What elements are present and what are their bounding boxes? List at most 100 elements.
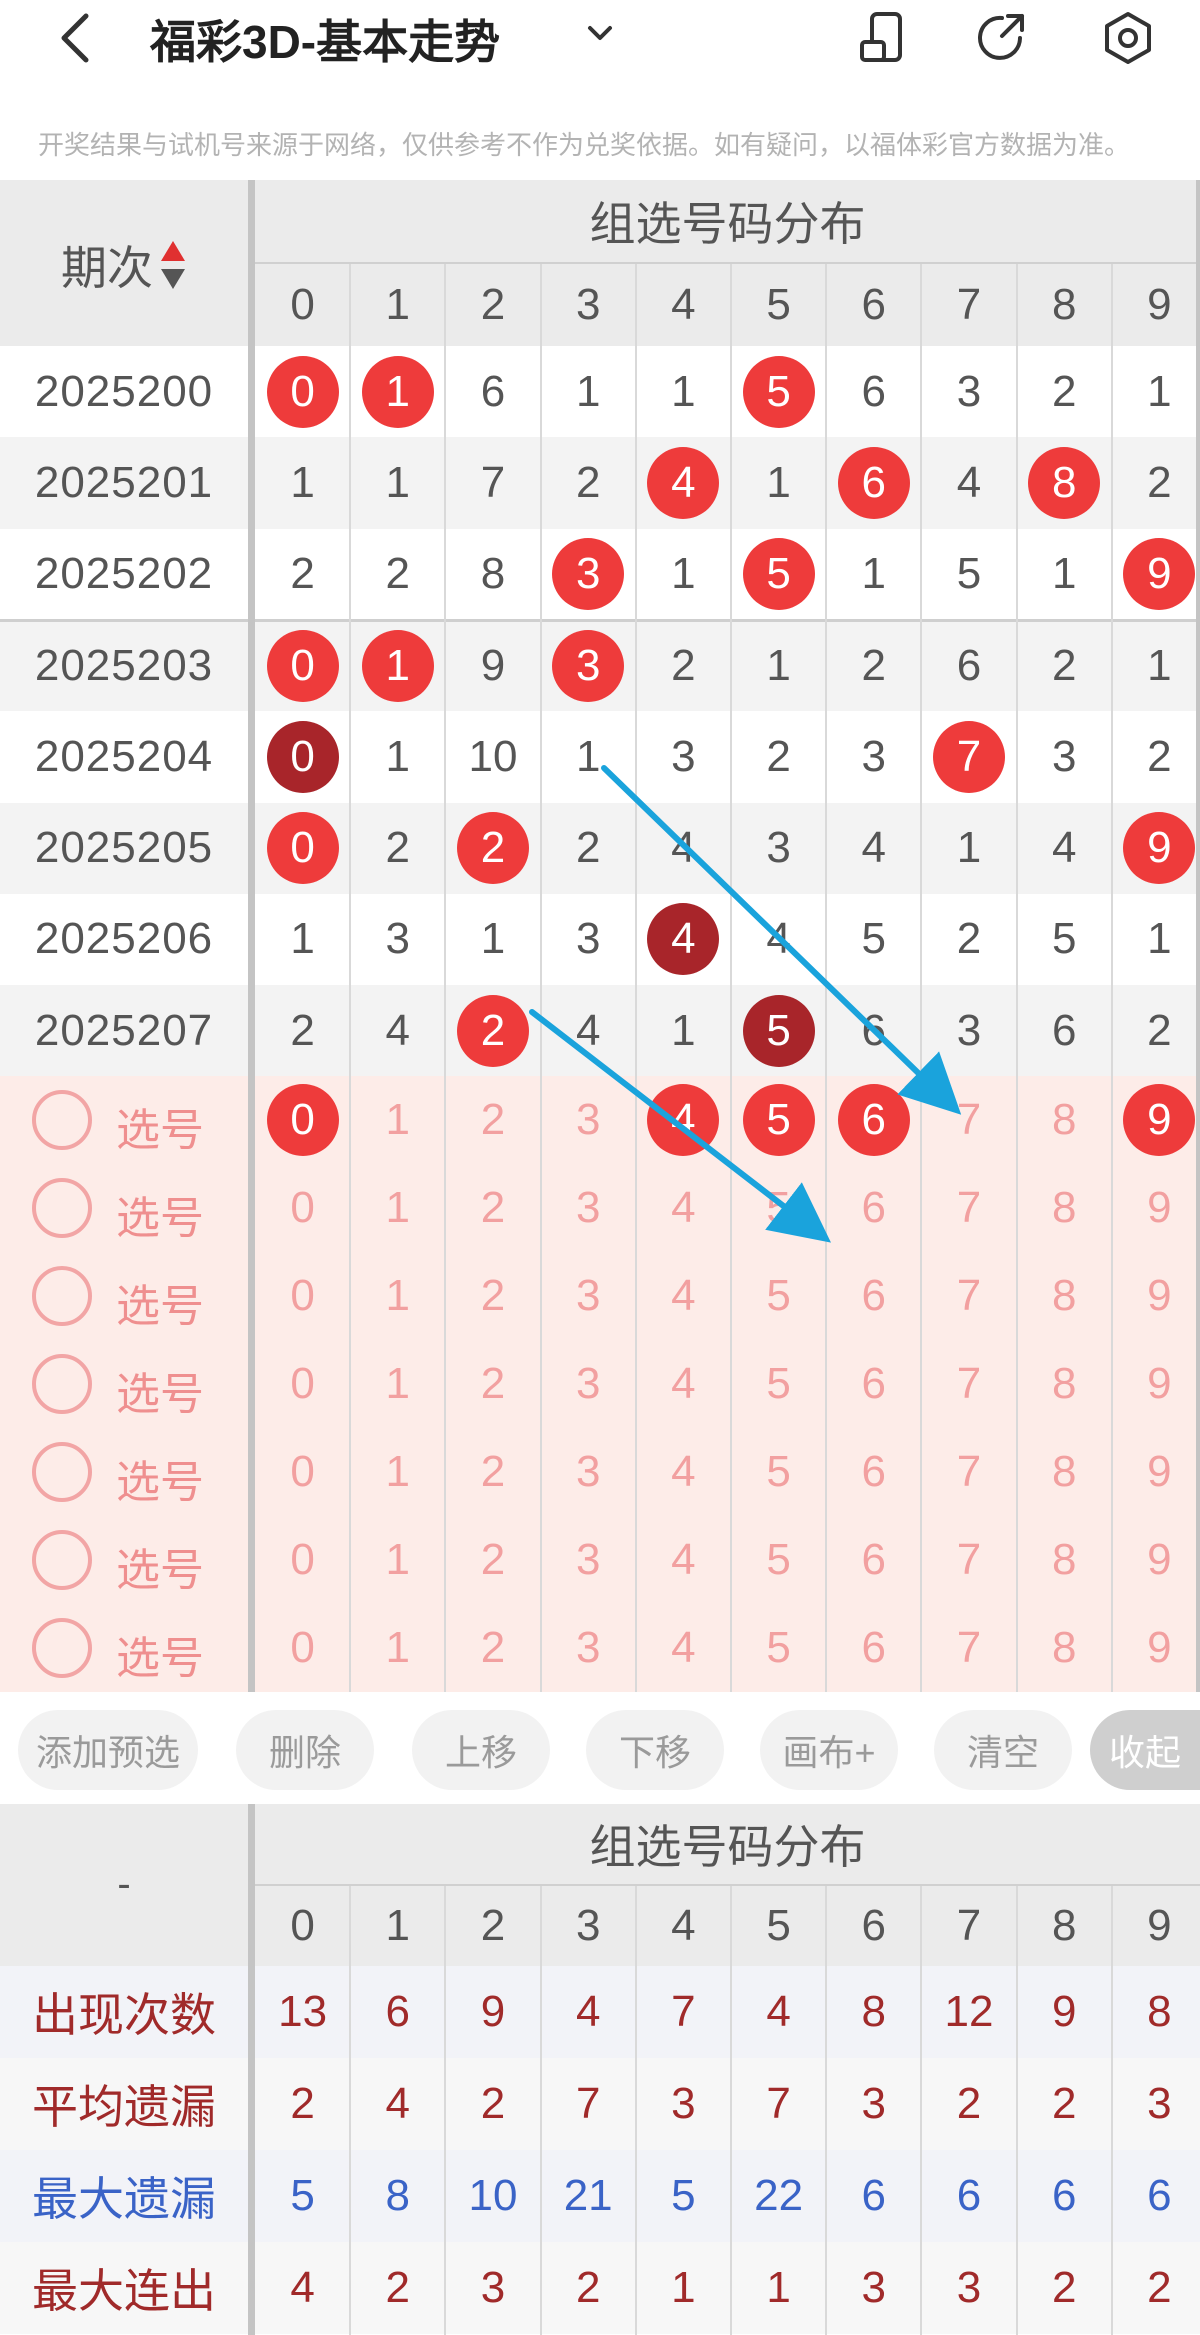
pick-cell[interactable]: 1	[350, 1076, 445, 1164]
settings-icon[interactable]	[1098, 8, 1158, 68]
pick-cell[interactable]: 0	[255, 1252, 350, 1340]
select-radio[interactable]	[32, 1090, 92, 1151]
pick-cell[interactable]: 6	[826, 1164, 921, 1252]
pick-cell[interactable]: 2	[445, 1076, 540, 1164]
pick-cell[interactable]: 5	[731, 1252, 826, 1340]
pick-cell[interactable]: 2	[445, 1164, 540, 1252]
select-radio[interactable]	[32, 1178, 92, 1239]
pick-cell[interactable]: 6	[826, 1604, 921, 1692]
pick-cell[interactable]: 9	[1112, 1516, 1200, 1604]
pick-cell[interactable]: 5	[731, 1340, 826, 1428]
pick-cell[interactable]: 0	[255, 1076, 350, 1164]
pick-cell[interactable]: 1	[350, 1604, 445, 1692]
pick-cell[interactable]: 9	[1112, 1252, 1200, 1340]
picked-ball[interactable]: 6	[837, 1084, 910, 1157]
pick-cell[interactable]: 5	[731, 1076, 826, 1164]
pick-cell[interactable]: 7	[921, 1252, 1016, 1340]
add-preselect-button[interactable]: 添加预选	[18, 1710, 198, 1790]
clear-button[interactable]: 清空	[934, 1710, 1072, 1790]
select-radio[interactable]	[32, 1354, 92, 1415]
pick-cell[interactable]: 5	[731, 1604, 826, 1692]
canvas-button[interactable]: 画布+	[760, 1710, 898, 1790]
pick-cell[interactable]: 7	[921, 1164, 1016, 1252]
pick-cell[interactable]: 4	[636, 1076, 731, 1164]
pick-cell[interactable]: 4	[636, 1604, 731, 1692]
pick-cell[interactable]: 9	[1112, 1604, 1200, 1692]
pick-label[interactable]: 选号	[116, 1182, 204, 1246]
pick-cell[interactable]: 1	[350, 1428, 445, 1516]
pick-cell[interactable]: 2	[445, 1516, 540, 1604]
pick-cell[interactable]: 8	[1017, 1428, 1112, 1516]
share-icon[interactable]	[972, 8, 1032, 68]
pick-cell[interactable]: 3	[541, 1076, 636, 1164]
period-header[interactable]: 期次	[0, 220, 248, 310]
pick-cell[interactable]: 3	[541, 1604, 636, 1692]
sort-icon[interactable]	[159, 239, 187, 291]
select-radio[interactable]	[32, 1618, 92, 1679]
pick-cell[interactable]: 9	[1112, 1076, 1200, 1164]
pick-cell[interactable]: 8	[1017, 1604, 1112, 1692]
pick-cell[interactable]: 4	[636, 1164, 731, 1252]
pick-cell[interactable]: 1	[350, 1516, 445, 1604]
move-down-button[interactable]: 下移	[586, 1710, 724, 1790]
pick-cell[interactable]: 8	[1017, 1076, 1112, 1164]
pick-cell[interactable]: 7	[921, 1516, 1016, 1604]
pick-cell[interactable]: 6	[826, 1076, 921, 1164]
pick-cell[interactable]: 7	[921, 1340, 1016, 1428]
pick-cell[interactable]: 8	[1017, 1516, 1112, 1604]
pick-cell[interactable]: 2	[445, 1604, 540, 1692]
picked-ball[interactable]: 4	[647, 1084, 720, 1157]
chevron-down-icon[interactable]	[580, 14, 620, 54]
picked-ball[interactable]: 9	[1123, 1084, 1196, 1157]
move-up-button[interactable]: 上移	[412, 1710, 550, 1790]
phone-rotate-icon[interactable]	[856, 8, 916, 68]
pick-label[interactable]: 选号	[116, 1534, 204, 1598]
pick-cell[interactable]: 7	[921, 1076, 1016, 1164]
pick-label[interactable]: 选号	[116, 1358, 204, 1422]
pick-cell[interactable]: 4	[636, 1428, 731, 1516]
pick-cell[interactable]: 2	[445, 1340, 540, 1428]
pick-cell[interactable]: 6	[826, 1428, 921, 1516]
page-title[interactable]: 福彩3D-基本走势	[150, 6, 500, 72]
select-radio[interactable]	[32, 1530, 92, 1591]
pick-cell[interactable]: 3	[541, 1340, 636, 1428]
select-radio[interactable]	[32, 1442, 92, 1503]
pick-cell[interactable]: 2	[445, 1428, 540, 1516]
pick-cell[interactable]: 2	[445, 1252, 540, 1340]
pick-cell[interactable]: 0	[255, 1516, 350, 1604]
picked-ball[interactable]: 0	[266, 1084, 339, 1157]
pick-cell[interactable]: 8	[1017, 1252, 1112, 1340]
pick-cell[interactable]: 0	[255, 1340, 350, 1428]
pick-cell[interactable]: 1	[350, 1252, 445, 1340]
picked-ball[interactable]: 5	[742, 1084, 815, 1157]
pick-cell[interactable]: 3	[541, 1252, 636, 1340]
back-button[interactable]	[52, 10, 102, 66]
pick-cell[interactable]: 3	[541, 1516, 636, 1604]
pick-cell[interactable]: 7	[921, 1604, 1016, 1692]
collapse-button[interactable]: 收起	[1090, 1710, 1200, 1790]
pick-cell[interactable]: 7	[921, 1428, 1016, 1516]
pick-cell[interactable]: 9	[1112, 1428, 1200, 1516]
pick-cell[interactable]: 0	[255, 1428, 350, 1516]
pick-cell[interactable]: 6	[826, 1340, 921, 1428]
pick-cell[interactable]: 6	[826, 1252, 921, 1340]
delete-button[interactable]: 删除	[236, 1710, 374, 1790]
pick-cell[interactable]: 0	[255, 1164, 350, 1252]
pick-cell[interactable]: 8	[1017, 1164, 1112, 1252]
pick-cell[interactable]: 4	[636, 1340, 731, 1428]
pick-cell[interactable]: 4	[636, 1516, 731, 1604]
pick-cell[interactable]: 8	[1017, 1340, 1112, 1428]
pick-cell[interactable]: 1	[350, 1340, 445, 1428]
pick-label[interactable]: 选号	[116, 1270, 204, 1334]
pick-label[interactable]: 选号	[116, 1446, 204, 1510]
pick-cell[interactable]: 9	[1112, 1340, 1200, 1428]
pick-cell[interactable]: 5	[731, 1516, 826, 1604]
pick-cell[interactable]: 0	[255, 1604, 350, 1692]
pick-cell[interactable]: 4	[636, 1252, 731, 1340]
pick-cell[interactable]: 1	[350, 1164, 445, 1252]
pick-cell[interactable]: 5	[731, 1164, 826, 1252]
pick-cell[interactable]: 9	[1112, 1164, 1200, 1252]
pick-label[interactable]: 选号	[116, 1622, 204, 1686]
pick-cell[interactable]: 6	[826, 1516, 921, 1604]
pick-cell[interactable]: 3	[541, 1164, 636, 1252]
